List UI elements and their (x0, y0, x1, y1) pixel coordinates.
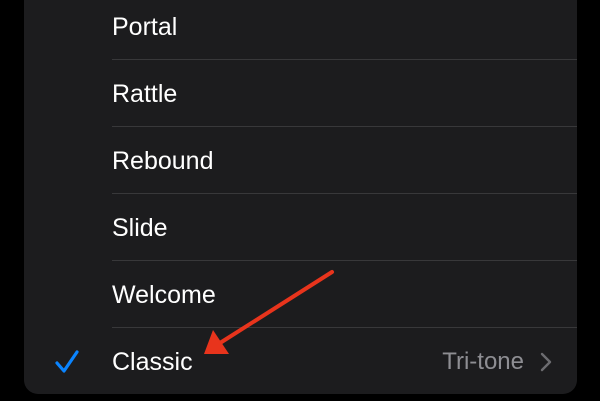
sound-option-label: Rattle (112, 79, 178, 108)
sound-option-welcome[interactable]: Welcome (24, 261, 577, 328)
sound-option-classic[interactable]: Classic Tri-tone (24, 328, 577, 394)
sound-option-label: Slide (112, 213, 168, 242)
sound-option-label: Welcome (112, 280, 216, 309)
ringtone-screen: Portal Rattle Rebound Slide Welcome Clas… (0, 0, 600, 401)
chevron-right-icon (540, 352, 552, 371)
sound-option-slide[interactable]: Slide (24, 194, 577, 261)
sound-option-label: Rebound (112, 146, 214, 175)
sound-option-label: Portal (112, 12, 178, 41)
checkmark-icon (55, 349, 79, 373)
sound-option-rattle[interactable]: Rattle (24, 60, 577, 127)
sound-option-portal[interactable]: Portal (24, 0, 577, 60)
selected-sound-detail: Tri-tone (442, 347, 524, 375)
sound-list: Portal Rattle Rebound Slide Welcome Clas… (24, 0, 577, 394)
sound-option-rebound[interactable]: Rebound (24, 127, 577, 194)
sound-option-label: Classic (112, 347, 193, 376)
